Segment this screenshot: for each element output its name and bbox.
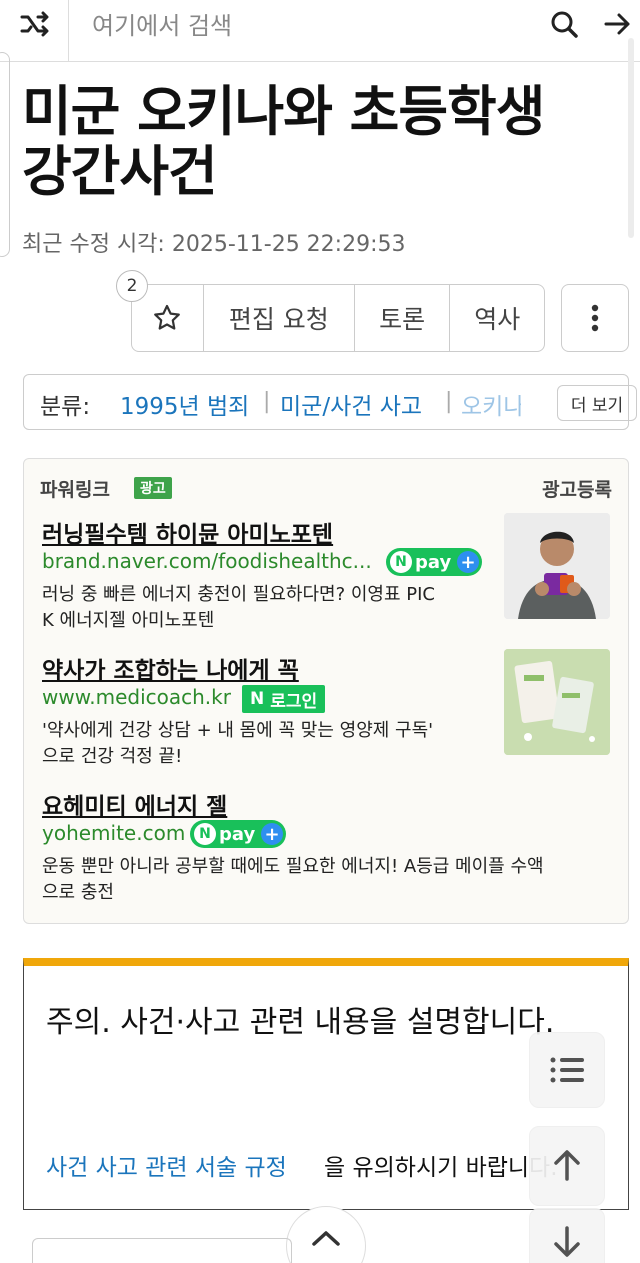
- article-actions: 편집 요청 토론 역사: [131, 284, 545, 352]
- ad-url[interactable]: www.medicoach.kr: [42, 685, 231, 709]
- ad-description: '약사에게 건강 상담 + 내 몸에 꼭 맞는 영양제 구독': [42, 720, 434, 741]
- discussion-count-badge: 2: [116, 270, 148, 302]
- side-drawer-handle[interactable]: [0, 52, 10, 257]
- category-link[interactable]: 미군/사건 사고: [280, 387, 422, 421]
- shuffle-icon[interactable]: [14, 10, 56, 38]
- scroll-bottom-button[interactable]: [529, 1208, 605, 1263]
- arrow-right-icon[interactable]: [600, 8, 634, 42]
- category-label: 분류:: [40, 394, 91, 420]
- chevron-up-icon: [312, 1231, 340, 1246]
- caution-heading: 주의. 사건·사고 관련 내용을 설명합니다.: [46, 1005, 555, 1040]
- edit-request-button[interactable]: 편집 요청: [204, 285, 355, 351]
- ad-title[interactable]: 요헤미티 에너지 젤: [42, 787, 227, 821]
- naver-pay-badge: Npay +: [190, 820, 286, 848]
- top-search-bar: 여기에서 검색: [0, 0, 640, 62]
- ad-description: 으로 건강 걱정 끝!: [42, 746, 183, 767]
- naver-pay-badge: Npay +: [386, 548, 482, 576]
- page-title: 미군 오키나와 초등학생 강간사건: [22, 82, 612, 202]
- kebab-menu-icon: [591, 304, 599, 332]
- powerlink-ad-box: 파워링크 광고 광고등록 러닝필수템 하이뮨 아미노포텐 brand.naver…: [23, 458, 629, 924]
- ad-url[interactable]: yohemite.com: [42, 821, 185, 845]
- last-modified: 최근 수정 시각: 2025-11-25 22:29:53: [22, 232, 406, 257]
- ad-description: 러닝 중 빠른 에너지 충전이 필요하다면? 이영표 PIC: [42, 584, 435, 605]
- category-separator: |: [445, 389, 453, 414]
- page-title-line2: 강간사건: [22, 140, 218, 203]
- ad-description: K 에너지젤 아미노포텐: [42, 610, 215, 631]
- naver-n-icon: N: [250, 689, 265, 709]
- naver-login-badge: N 로그인: [242, 685, 326, 713]
- arrow-up-icon: [554, 1150, 580, 1181]
- scroll-top-button[interactable]: [529, 1126, 605, 1206]
- ad-title[interactable]: 러닝필수템 하이뮨 아미노포텐: [42, 515, 333, 549]
- collapse-button[interactable]: [286, 1206, 366, 1263]
- history-button[interactable]: 역사: [450, 285, 544, 351]
- ad-description: 운동 뿐만 아니라 공부할 때에도 필요한 에너지! A등급 메이플 수액: [42, 856, 544, 877]
- category-link[interactable]: 1995년 범죄: [120, 387, 249, 421]
- category-more-button[interactable]: 더 보기: [557, 385, 637, 421]
- guideline-link[interactable]: 사건 사고 관련 서술 규정: [46, 1148, 287, 1182]
- naver-pay-label: pay: [219, 823, 256, 845]
- ad-description: 으로 충전: [42, 882, 114, 903]
- ad-register-link[interactable]: 광고등록: [542, 475, 612, 502]
- list-icon: [550, 1057, 584, 1083]
- naver-pay-label: pay: [415, 551, 452, 573]
- discussion-button[interactable]: 토론: [355, 285, 451, 351]
- more-menu-button[interactable]: [561, 284, 629, 352]
- search-input[interactable]: 여기에서 검색: [92, 6, 232, 41]
- star-icon: [154, 304, 181, 330]
- category-separator: |: [263, 389, 271, 414]
- next-section-box: [32, 1238, 292, 1263]
- naver-login-label: 로그인: [270, 691, 318, 712]
- ad-title[interactable]: 약사가 조합하는 나에게 꼭: [42, 651, 299, 685]
- category-link[interactable]: 오키나와: [461, 387, 521, 421]
- caution-tail-text: 을 유의하시기 바랍니다.: [324, 1155, 558, 1181]
- ad-thumbnail[interactable]: [504, 513, 610, 619]
- category-bar: 분류: 1995년 범죄 | 미군/사건 사고 | 오키나와 더 보기: [23, 374, 637, 430]
- page-title-line1: 미군 오키나와 초등학생: [22, 80, 545, 143]
- search-icon[interactable]: [548, 8, 582, 42]
- topbar-divider: [68, 0, 69, 62]
- powerlink-label: 파워링크: [40, 479, 110, 501]
- ad-thumbnail[interactable]: [504, 649, 610, 755]
- page-scrollbar[interactable]: [628, 38, 634, 238]
- ad-url[interactable]: brand.naver.com/foodishealthc...: [42, 549, 372, 573]
- table-of-contents-button[interactable]: [529, 1032, 605, 1108]
- arrow-down-icon: [554, 1226, 580, 1257]
- ad-badge: 광고: [134, 477, 172, 499]
